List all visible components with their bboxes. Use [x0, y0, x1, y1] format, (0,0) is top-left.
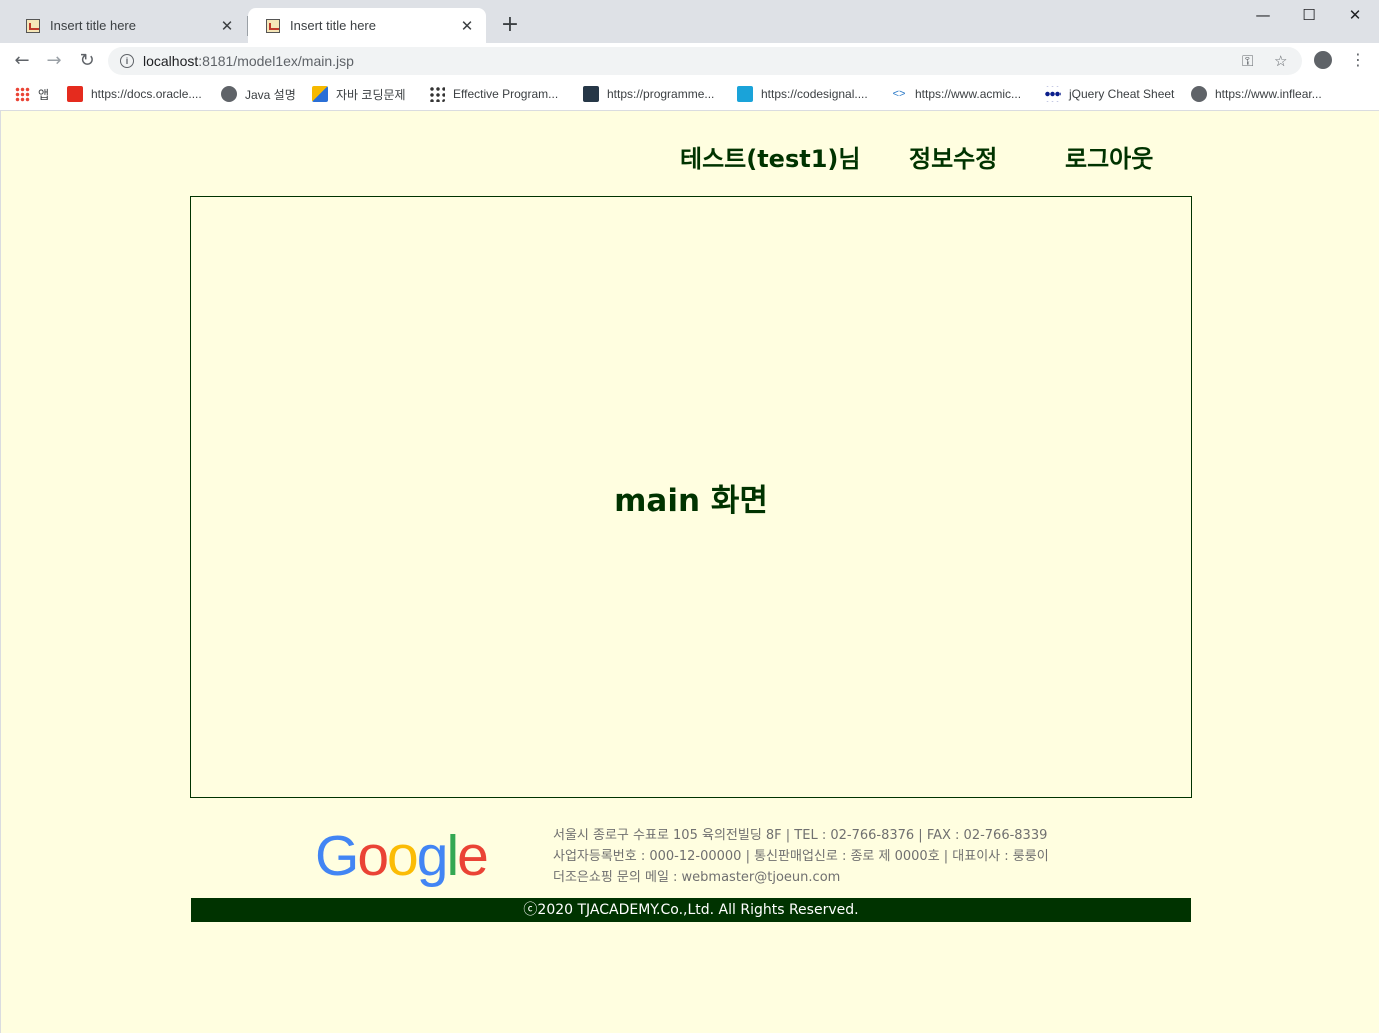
logo-letter: o	[387, 824, 419, 888]
logout-link[interactable]: 로그아웃	[1065, 139, 1153, 174]
close-tab-icon[interactable]: ✕	[458, 17, 476, 35]
main-content-box: main 화면	[190, 196, 1192, 798]
url-host: localhost	[143, 53, 199, 69]
folder-icon	[312, 86, 328, 102]
page-favicon-icon	[266, 18, 280, 33]
browser-toolbar: ← → ↻ i localhost:8181/model1ex/main.jsp…	[0, 43, 1379, 78]
google-logo: Google	[315, 823, 489, 889]
bookmark-label: https://codesignal....	[761, 87, 868, 101]
bookmark-label: https://www.inflear...	[1215, 87, 1322, 101]
page-content: 테스트(test1)님 정보수정 로그아웃 main 화면 Google 서울시…	[0, 111, 1379, 1033]
bookmark-jquery[interactable]: jQuery Cheat Sheet	[1045, 85, 1174, 103]
site-info-icon[interactable]: i	[120, 54, 134, 68]
apps-icon	[15, 86, 30, 102]
window-close-button[interactable]: ✕	[1332, 4, 1378, 26]
programmers-icon	[583, 86, 599, 102]
bookmark-codesignal[interactable]: https://codesignal....	[737, 85, 868, 103]
bookmarks-bar: 앱 https://docs.oracle.... Java 설명 자바 코딩문…	[0, 78, 1379, 111]
tab-title: Insert title here	[290, 18, 376, 33]
key-icon[interactable]: ⚿	[1242, 52, 1253, 70]
bookmark-label: Java 설명	[245, 87, 296, 102]
profile-avatar-icon[interactable]	[1314, 51, 1332, 69]
tab-strip: Insert title here ✕ Insert title here ✕ …	[0, 0, 1379, 43]
logo-letter: l	[446, 824, 459, 888]
url-path: :8181/model1ex/main.jsp	[198, 53, 354, 69]
bookmark-label: Effective Program...	[453, 87, 559, 101]
close-tab-icon[interactable]: ✕	[218, 17, 236, 35]
globe-icon	[221, 86, 237, 102]
address-bar[interactable]: i localhost:8181/model1ex/main.jsp ⚿ ☆	[108, 47, 1302, 75]
page-favicon-icon	[26, 18, 40, 33]
logo-letter: g	[416, 824, 449, 888]
back-button[interactable]: ←	[9, 48, 35, 74]
footer-business: 사업자등록번호 : 000-12-00000 | 통신판매업신로 : 종로 제 …	[553, 849, 1049, 864]
bookmark-programmers[interactable]: https://programme...	[583, 85, 714, 103]
bookmark-label: https://docs.oracle....	[91, 87, 202, 101]
bookmark-label: https://programme...	[607, 87, 715, 101]
jquery-icon	[1045, 86, 1061, 102]
bookmark-oracle[interactable]: https://docs.oracle....	[67, 85, 202, 103]
bookmark-effective[interactable]: Effective Program...	[429, 85, 558, 103]
oracle-icon	[67, 86, 83, 102]
bookmark-inflearn[interactable]: https://www.inflear...	[1191, 85, 1322, 103]
footer-email: 더조은쇼핑 문의 메일 : webmaster@tjoeun.com	[553, 870, 841, 885]
main-title: main 화면	[614, 482, 768, 519]
reload-button[interactable]: ↻	[74, 48, 100, 74]
tab-active[interactable]: Insert title here ✕	[248, 8, 486, 43]
code-icon: <>	[892, 88, 906, 100]
browser-menu-icon[interactable]: ⋮	[1350, 50, 1366, 70]
bookmark-java-coding[interactable]: 자바 코딩문제	[312, 85, 406, 103]
bookmark-acmicpc[interactable]: <> https://www.acmic...	[891, 85, 1021, 103]
star-icon[interactable]: ☆	[1274, 52, 1287, 70]
maximize-button[interactable]: ☐	[1286, 4, 1332, 26]
footer-company-info: 서울시 종로구 수표로 105 육의전빌딩 8F | TEL : 02-766-…	[553, 825, 1049, 888]
bookmark-label: https://www.acmic...	[915, 87, 1022, 101]
bookmark-label: jQuery Cheat Sheet	[1069, 87, 1175, 101]
bookmark-apps[interactable]: 앱	[15, 85, 49, 103]
footer-address: 서울시 종로구 수표로 105 육의전빌딩 8F | TEL : 02-766-…	[553, 828, 1048, 843]
user-greeting: 테스트(test1)님	[680, 145, 861, 173]
forward-button[interactable]: →	[41, 48, 67, 74]
bookmark-label: 자바 코딩문제	[336, 87, 406, 102]
tab-inactive[interactable]: Insert title here ✕	[8, 8, 246, 43]
new-tab-button[interactable]: +	[498, 12, 522, 38]
globe-icon	[1191, 86, 1207, 102]
dots-icon	[429, 86, 445, 102]
bookmark-java[interactable]: Java 설명	[221, 85, 296, 103]
logo-letter: e	[457, 824, 489, 888]
logo-letter: o	[357, 824, 389, 888]
logo-letter: G	[315, 824, 359, 888]
footer-copyright: ⓒ2020 TJACADEMY.Co.,Ltd. All Rights Rese…	[191, 898, 1191, 922]
codesignal-icon	[737, 86, 753, 102]
tab-title: Insert title here	[50, 18, 136, 33]
url-text[interactable]: localhost:8181/model1ex/main.jsp	[143, 53, 354, 69]
bookmark-label: 앱	[38, 87, 50, 102]
edit-info-link[interactable]: 정보수정	[909, 139, 997, 174]
minimize-button[interactable]: —	[1240, 4, 1286, 26]
